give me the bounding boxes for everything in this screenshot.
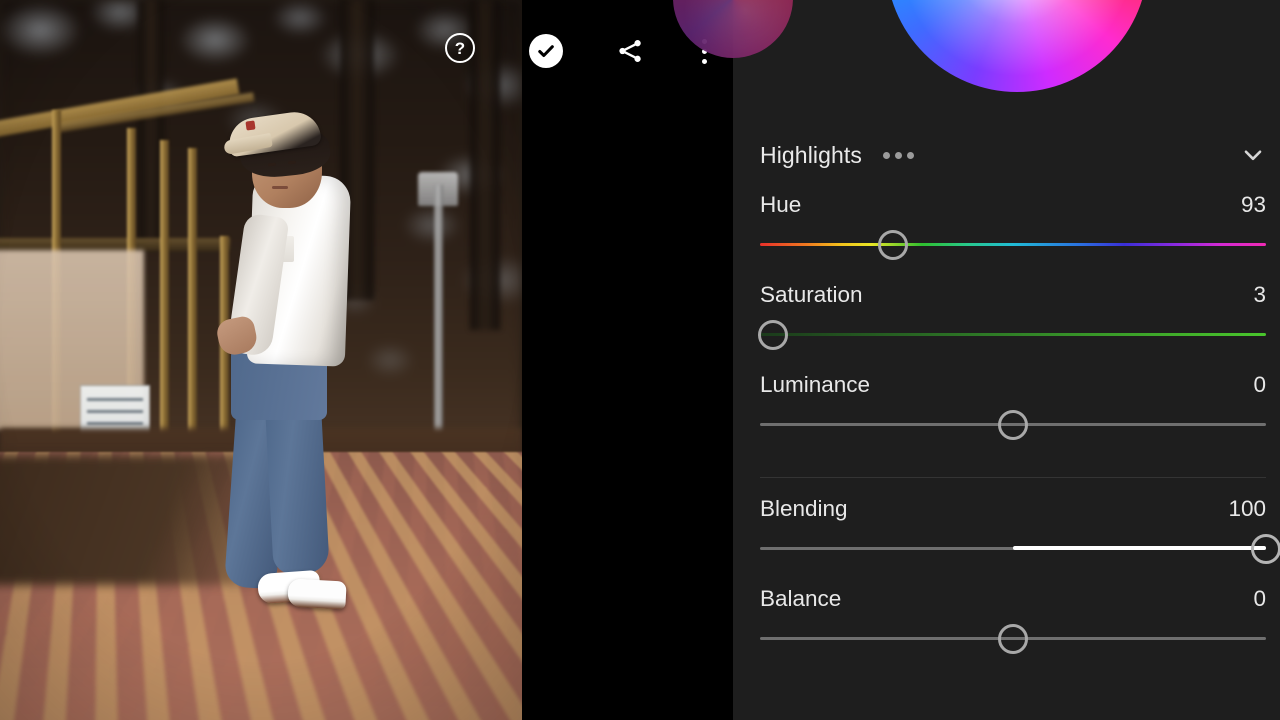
slider-blending[interactable]: Blending 100	[760, 496, 1266, 564]
slider-saturation-track[interactable]	[760, 333, 1266, 336]
slider-balance-label: Balance	[760, 586, 841, 612]
slider-balance-thumb[interactable]	[998, 624, 1028, 654]
confirm-button[interactable]	[525, 30, 567, 72]
slider-hue-label: Hue	[760, 192, 801, 218]
slider-saturation-value: 3	[1253, 282, 1266, 308]
slider-hue[interactable]: Hue 93	[760, 192, 1266, 260]
more-horizontal-icon[interactable]	[881, 144, 916, 167]
slider-luminance-label: Luminance	[760, 372, 870, 398]
page-title: Highlights	[760, 142, 862, 169]
slider-saturation[interactable]: Saturation 3	[760, 282, 1266, 350]
color-wheel[interactable]	[886, 0, 1148, 92]
slider-saturation-thumb[interactable]	[758, 320, 788, 350]
slider-saturation-label: Saturation	[760, 282, 863, 308]
slider-luminance-value: 0	[1253, 372, 1266, 398]
panel-divider	[760, 477, 1266, 478]
app-root: ? Highlights Hue 93 Saturation 3 Luminan…	[0, 0, 1280, 720]
slider-hue-track[interactable]	[760, 243, 1266, 246]
chevron-down-icon[interactable]	[1240, 142, 1266, 168]
slider-blending-thumb[interactable]	[1251, 534, 1280, 564]
photo-preview[interactable]: ?	[0, 0, 522, 720]
photo-subject-shoe	[287, 579, 346, 610]
top-toolbar	[522, 0, 733, 720]
slider-blending-fill	[1013, 546, 1266, 550]
section-header-highlights[interactable]: Highlights	[760, 136, 1266, 174]
slider-luminance-thumb[interactable]	[998, 410, 1028, 440]
slider-luminance[interactable]: Luminance 0	[760, 372, 1266, 440]
photo-subject	[0, 0, 522, 720]
slider-hue-thumb[interactable]	[878, 230, 908, 260]
slider-balance-value: 0	[1253, 586, 1266, 612]
color-grading-panel: Highlights Hue 93 Saturation 3 Luminance…	[733, 0, 1280, 720]
share-button[interactable]	[609, 30, 651, 72]
slider-balance[interactable]: Balance 0	[760, 586, 1266, 654]
slider-blending-label: Blending	[760, 496, 848, 522]
share-icon	[616, 37, 644, 65]
slider-hue-value: 93	[1241, 192, 1266, 218]
help-circle-icon[interactable]: ?	[445, 33, 475, 63]
help-badge-label: ?	[455, 40, 465, 57]
check-circle-icon	[529, 34, 563, 68]
slider-blending-value: 100	[1228, 496, 1266, 522]
